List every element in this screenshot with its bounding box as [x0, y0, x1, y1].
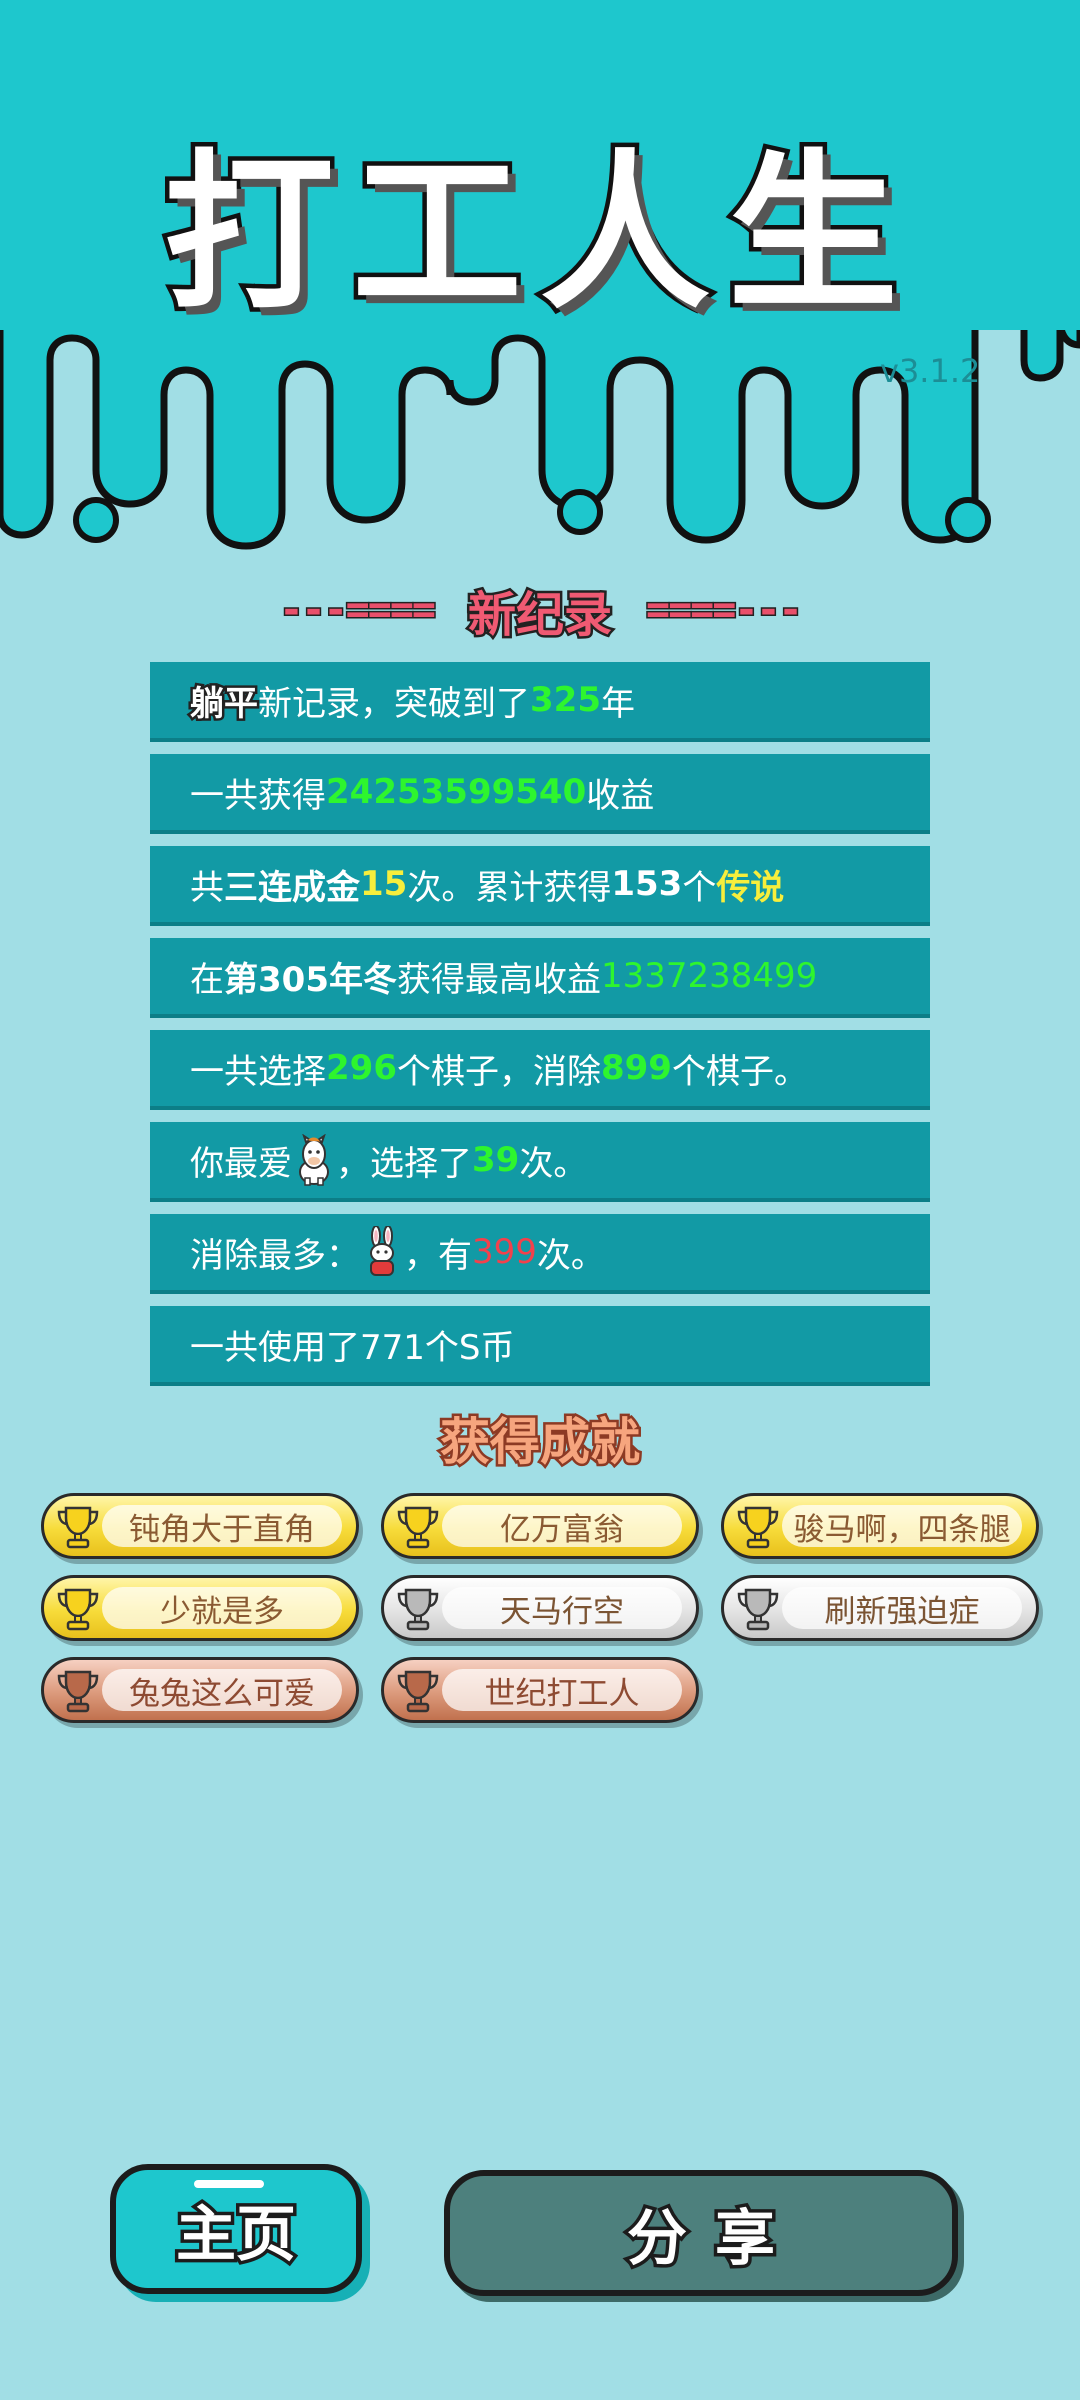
stat-row-best-income: 在 第305年冬 获得最高收益 1337238499	[150, 938, 930, 1018]
achievement-label: 骏马啊，四条腿	[782, 1505, 1022, 1548]
stat-text: 年	[600, 683, 635, 724]
trophy-icon	[397, 1588, 439, 1631]
stat-value: 39	[472, 1140, 520, 1180]
trophy-icon	[737, 1588, 779, 1631]
stat-text: 一共获得	[190, 775, 326, 816]
share-button[interactable]: 分享	[444, 2170, 958, 2296]
share-button-label: 分享	[624, 2200, 803, 2277]
game-title: 打工人生	[159, 131, 916, 338]
achievements-title: 获得成就	[438, 1411, 643, 1474]
achievement-badge[interactable]: 亿万富翁	[381, 1493, 699, 1559]
record-title: 新纪录	[465, 585, 614, 646]
stat-text: 共	[190, 867, 224, 908]
trophy-icon	[397, 1670, 439, 1713]
stat-value: 325	[530, 680, 601, 720]
achievement-label: 刷新强迫症	[782, 1587, 1022, 1630]
stat-text: 个棋子。	[671, 1051, 808, 1092]
stat-value: 153	[611, 864, 683, 904]
achievement-badge[interactable]: 少就是多	[41, 1575, 359, 1641]
stat-row-pieces: 一共选择 296 个棋子，消除 899 个棋子。	[150, 1030, 930, 1110]
stat-text: 收益	[586, 775, 655, 816]
home-button[interactable]: 主页	[110, 2164, 362, 2294]
stat-text: 在	[190, 959, 224, 1000]
achievement-badge[interactable]: 世纪打工人	[381, 1657, 699, 1723]
stat-text: ，选择了	[336, 1143, 472, 1184]
stat-row-coins: 一共使用了771个S币	[150, 1306, 930, 1386]
stat-text: 消除最多：	[190, 1235, 360, 1276]
stat-text: 一共使用了771个S币	[190, 1327, 515, 1368]
stat-value: 1337238499	[600, 956, 818, 996]
stat-value: 15	[360, 864, 408, 904]
stat-text: 一共选择	[190, 1051, 326, 1092]
achievement-label: 天马行空	[442, 1587, 682, 1630]
trophy-icon	[57, 1670, 99, 1713]
achievement-badge[interactable]: 钝角大于直角	[41, 1493, 359, 1559]
achievement-badge[interactable]: 兔兔这么可爱	[41, 1657, 359, 1723]
stat-row-most-eliminated: 消除最多： ，有 399 次。	[150, 1214, 930, 1294]
achievement-label: 钝角大于直角	[102, 1505, 342, 1548]
stats-list: 躺平 新记录，突破到了 325 年 一共获得 24253599540 收益 共 …	[150, 662, 930, 1398]
achievement-badge[interactable]: 刷新强迫症	[721, 1575, 1039, 1641]
trophy-icon	[737, 1506, 779, 1549]
trophy-icon	[57, 1506, 99, 1549]
stat-text: 获得最高收益	[396, 959, 601, 1000]
horse-icon	[299, 1134, 329, 1186]
achievement-label: 亿万富翁	[442, 1505, 682, 1548]
trophy-icon	[57, 1588, 99, 1631]
button-gloss	[194, 2180, 264, 2188]
heading-decoration-right: ====---	[645, 586, 805, 635]
record-heading: ---==== 新纪录 ====---	[0, 578, 1080, 646]
stat-row-income: 一共获得 24253599540 收益	[150, 754, 930, 834]
stat-text: 新记录，突破到了	[258, 683, 530, 724]
stat-value: 899	[600, 1048, 672, 1088]
achievement-label: 少就是多	[102, 1587, 342, 1630]
stat-text: 第305年冬	[224, 959, 397, 1000]
header: 打工人生 v3.1.2	[0, 0, 1080, 560]
home-button-label: 主页	[173, 2196, 300, 2273]
stat-text: 三连成金	[224, 867, 360, 908]
achievement-badge[interactable]: 天马行空	[381, 1575, 699, 1641]
stat-text: 个	[682, 867, 717, 908]
stat-value: 传说	[716, 867, 785, 908]
stat-text: 你最爱	[190, 1143, 292, 1184]
heading-decoration-left: ---====	[278, 586, 438, 635]
achievement-badge[interactable]: 骏马啊，四条腿	[721, 1493, 1039, 1559]
stat-row-years: 躺平 新记录，突破到了 325 年	[150, 662, 930, 742]
stat-text: 次。累计获得	[407, 867, 612, 908]
stat-row-favorite: 你最爱 ，选择了 39 次。	[150, 1122, 930, 1202]
version-label: v3.1.2	[880, 352, 981, 390]
stat-text: 个棋子，消除	[396, 1051, 601, 1092]
achievement-label: 世纪打工人	[442, 1669, 682, 1712]
achievement-label: 兔兔这么可爱	[102, 1669, 342, 1712]
rabbit-icon	[370, 1226, 394, 1276]
stat-text: 次。	[519, 1143, 588, 1184]
stat-value: 399	[472, 1232, 537, 1272]
stat-text: ，有	[404, 1235, 472, 1276]
stat-row-triples: 共 三连成金 15 次。累计获得 153 个 传说	[150, 846, 930, 926]
stat-text: 次。	[536, 1235, 605, 1276]
mode-label: 躺平	[188, 681, 261, 726]
stat-value: 24253599540	[326, 772, 587, 812]
trophy-icon	[397, 1506, 439, 1549]
stat-value: 296	[326, 1048, 397, 1088]
